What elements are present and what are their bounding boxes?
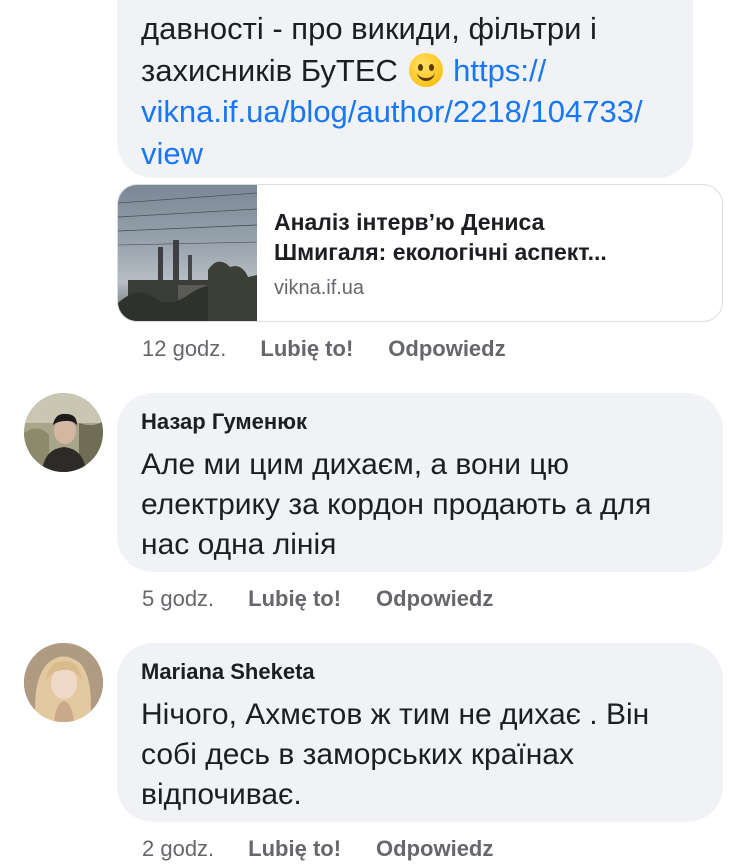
comment-line: електрику за кордон продають а для — [141, 488, 652, 521]
preview-title: Аналіз інтерв’ю Дениса Шмигаля: екологіч… — [274, 207, 704, 267]
comment-author[interactable]: Назар Гуменюк — [141, 409, 307, 435]
power-plant-image — [118, 192, 257, 321]
comment-line: Нічого, Ахмєтов ж тим не дихає . Він — [141, 698, 650, 731]
preview-domain: vikna.if.ua — [274, 277, 365, 299]
link-preview-card[interactable]: Аналіз інтерв’ю Дениса Шмигаля: екологіч… — [117, 184, 723, 322]
comment-line: відпочиває. — [141, 778, 302, 811]
comment-actions: 5 godz. Lubię to! Odpowiedz — [142, 586, 493, 612]
comment-line: собі десь в заморських країнах — [141, 738, 574, 771]
link-text[interactable]: view — [141, 133, 686, 175]
like-button[interactable]: Lubię to! — [248, 836, 341, 862]
comment-author[interactable]: Mariana Sheketa — [141, 659, 315, 685]
comment-line: Але ми цим дихаєм, а вони цю — [141, 448, 570, 481]
comment-line: нас одна лінія — [141, 528, 337, 561]
reply-button[interactable]: Odpowiedz — [376, 586, 493, 612]
avatar[interactable] — [24, 393, 103, 472]
comment-bubble: Назар Гуменюк Але ми цим дихаєм, а вони … — [117, 393, 723, 572]
comment-text: Але ми цим дихаєм, а вони цю електрику з… — [141, 445, 651, 565]
like-button[interactable]: Lubię to! — [260, 336, 353, 362]
comment-line-text: захисників БуТЕС — [141, 52, 398, 88]
comment-bubble: давності - про викиди, фільтри і захисни… — [117, 0, 693, 178]
comment-time[interactable]: 2 godz. — [142, 836, 214, 862]
smiley-emoji-icon — [408, 52, 443, 87]
link-text[interactable]: vikna.if.ua/blog/author/2218/104733/ — [141, 91, 686, 133]
like-button[interactable]: Lubię to! — [248, 586, 341, 612]
user-photo-icon — [24, 643, 103, 722]
reply-button[interactable]: Odpowiedz — [388, 336, 505, 362]
comment-bubble: Mariana Sheketa Нічого, Ахмєтов ж тим не… — [117, 643, 723, 822]
user-photo-icon — [24, 393, 103, 472]
preview-title-line: Шмигаля: екологічні аспект... — [274, 239, 607, 265]
comment-time[interactable]: 12 godz. — [142, 336, 226, 362]
avatar[interactable] — [24, 643, 103, 722]
comment-actions: 2 godz. Lubię to! Odpowiedz — [142, 836, 493, 862]
comment-text: давності - про викиди, фільтри і захисни… — [141, 8, 686, 174]
reply-button[interactable]: Odpowiedz — [376, 836, 493, 862]
comment-actions: 12 godz. Lubię to! Odpowiedz — [142, 336, 506, 362]
comment-line: захисників БуТЕС https:// — [141, 50, 686, 92]
link-text[interactable]: https:// — [453, 53, 546, 88]
preview-thumbnail — [118, 185, 257, 321]
comment-line: давності - про викиди, фільтри і — [141, 11, 597, 46]
comment-time[interactable]: 5 godz. — [142, 586, 214, 612]
comment-text: Нічого, Ахмєтов ж тим не дихає . Він соб… — [141, 695, 649, 815]
preview-title-line: Аналіз інтерв’ю Дениса — [274, 209, 545, 235]
